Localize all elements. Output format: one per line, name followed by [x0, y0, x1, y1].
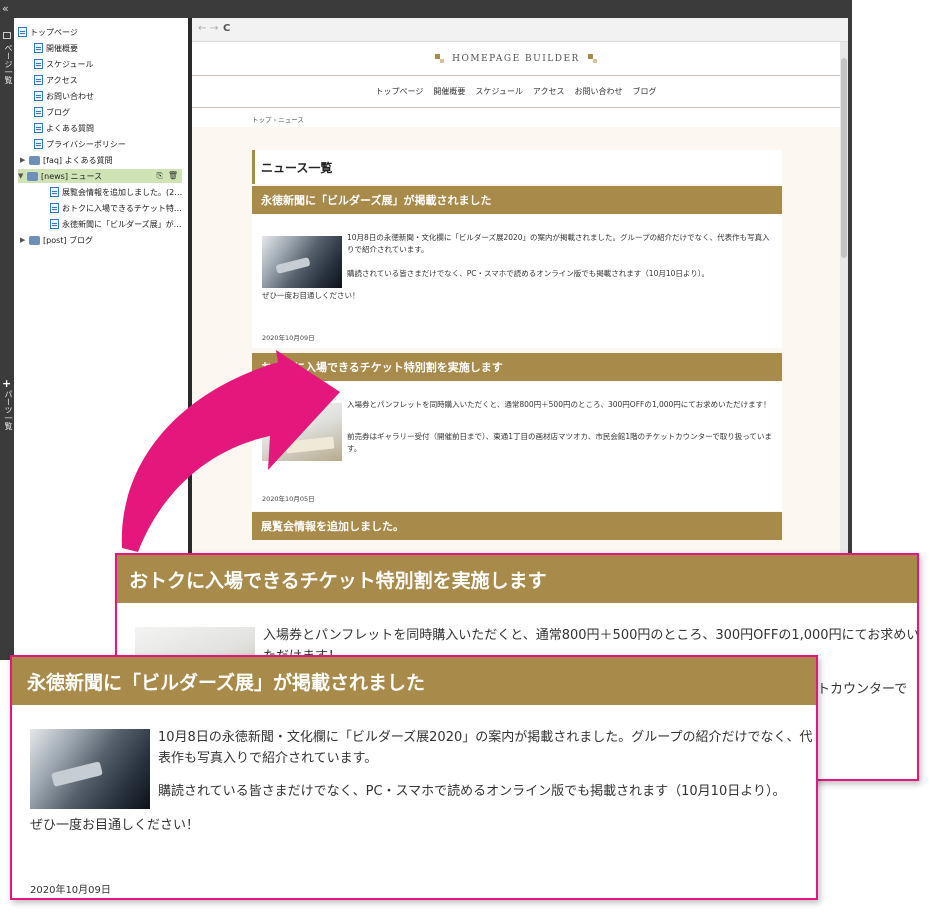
preview-scrollbar[interactable]: [840, 42, 848, 560]
article-paragraph: 購読されている皆さまだけでなく、PC・スマホで読めるオンライン版でも掲載されます…: [158, 784, 786, 799]
folder-icon: [29, 235, 40, 245]
nav-overview[interactable]: 開催概要: [433, 86, 465, 97]
tree-item-schedule[interactable]: スケジュール: [34, 57, 93, 71]
tree-item-access[interactable]: アクセス: [34, 73, 78, 87]
tree-item-contact[interactable]: お問い合わせ: [34, 89, 94, 103]
article-title: おトクに入場できるチケット特別割を実施します: [117, 555, 917, 603]
folder-icon: [27, 171, 38, 181]
site-header: HOMEPAGE BUILDER: [192, 42, 840, 76]
article-date: 2020年10月09日: [30, 885, 111, 896]
page-preview: HOMEPAGE BUILDER トップページ 開催概要 スケジュール アクセス…: [192, 42, 840, 560]
tree-item-post-folder[interactable]: ▶ [post] ブログ: [20, 233, 93, 247]
tree-item-top[interactable]: トップページ: [18, 25, 78, 39]
page-title: ニュース一覧: [261, 160, 333, 175]
back-icon[interactable]: ←: [198, 23, 206, 34]
trash-icon[interactable]: 🗑: [168, 171, 178, 181]
nav-contact[interactable]: お問い合わせ: [574, 86, 622, 97]
tree-item-news-3[interactable]: 永徳新聞に「ビルダーズ展」が掲...: [50, 217, 184, 231]
nav-access[interactable]: アクセス: [533, 86, 565, 97]
article-thumbnail: [262, 403, 342, 461]
add-part-icon[interactable]: +: [2, 378, 11, 389]
article-paragraph: ぜひ一度お目通しください！: [262, 291, 360, 300]
article-title: 永徳新聞に「ビルダーズ展」が掲載されました: [12, 657, 816, 705]
folder-icon: [29, 155, 40, 165]
tree-item-faq-page[interactable]: よくある質問: [34, 121, 94, 135]
article-paragraph: ぜひ一度お目通しください！: [30, 818, 200, 833]
page-icon: [34, 91, 43, 101]
page-list-tab[interactable]: ページ一覧: [2, 44, 13, 84]
site-nav: トップページ 開催概要 スケジュール アクセス お問い合わせ ブログ: [192, 76, 840, 108]
collapse-panel-icon[interactable]: «: [2, 3, 9, 14]
tree-item-news-1[interactable]: 展覧会情報を追加しました。(202...: [50, 185, 184, 199]
page-icon: [50, 203, 59, 213]
article-paragraph: 入場券とパンフレットを同時購入いただくと、通常800円＋500円のところ、300…: [347, 400, 771, 409]
article-paragraph-line: 表作も写真入りで紹介されています。: [158, 751, 378, 766]
callout-zoom-newspaper-article: 永徳新聞に「ビルダーズ展」が掲載されました 10月8日の永徳新聞・文化欄に「ビル…: [10, 655, 818, 900]
expand-arrow-icon[interactable]: ▶: [20, 236, 29, 244]
page-icon: [34, 75, 43, 85]
article-title[interactable]: おトクに入場できるチケット特別割を実施します: [252, 353, 782, 381]
page-title-box: ニュース一覧: [252, 150, 782, 184]
tree-item-blog[interactable]: ブログ: [34, 105, 70, 119]
article-title[interactable]: 永徳新聞に「ビルダーズ展」が掲載されました: [252, 186, 782, 214]
page-icon: [34, 139, 43, 149]
page-icon: [34, 123, 43, 133]
logo-mark-icon: [435, 54, 445, 63]
logo-mark-icon: [587, 54, 597, 63]
article-paragraph: 前売券はギャラリー受付（開催前日まで）、東通1丁目の画材店マツオカ、市民会館1階…: [347, 432, 772, 453]
page-icon: [18, 27, 27, 37]
article-paragraph-line: 10月8日の永徳新聞・文化欄に「ビルダーズ展2020」の案内が掲載されました。グ…: [158, 730, 813, 745]
forward-icon[interactable]: →: [210, 23, 218, 34]
article-thumbnail: [30, 729, 150, 809]
site-logo[interactable]: HOMEPAGE BUILDER: [452, 54, 580, 64]
browser-toolbar: ← → C: [192, 18, 848, 42]
page-icon: [34, 43, 43, 53]
article-body: 入場券とパンフレットを同時購入いただくと、通常800円＋500円のところ、300…: [252, 381, 782, 511]
page-icon: [34, 59, 43, 69]
reload-icon[interactable]: C: [223, 23, 230, 34]
article-date: 2020年10月05日: [262, 495, 315, 503]
copy-icon[interactable]: ⎘: [156, 171, 162, 181]
nav-schedule[interactable]: スケジュール: [475, 86, 522, 97]
tree-item-news-2[interactable]: おトクに入場できるチケット特別割...: [50, 201, 184, 215]
tree-item-faq-folder[interactable]: ▶ [faq] よくある質問: [20, 153, 113, 167]
collapse-arrow-icon[interactable]: ▼: [18, 172, 27, 180]
nav-top[interactable]: トップページ: [376, 86, 424, 97]
page-icon: [34, 107, 43, 117]
article-paragraph-line: トカウンターで: [817, 682, 908, 697]
breadcrumb[interactable]: トップ › ニュース: [252, 114, 304, 124]
tree-item-news-folder[interactable]: ▼ [news] ニュース ⎘ 🗑: [18, 169, 182, 183]
scroll-thumb[interactable]: [841, 58, 847, 258]
article-title[interactable]: 展覧会情報を追加しました。: [252, 512, 782, 540]
article-paragraph: 10月8日の永徳新聞・文化欄に「ビルダーズ展2020」の案内が掲載されました。グ…: [347, 233, 770, 254]
preview-browser: ← → C HOMEPAGE BUILDER トップページ 開催概要 スケジュー…: [192, 18, 848, 560]
left-rail: « ページ一覧 + パーツ一覧: [0, 0, 14, 660]
page-icon: [50, 219, 59, 229]
article-paragraph-line: 入場券とパンフレットを同時購入いただくと、通常800円＋500円のところ、300…: [263, 628, 919, 643]
tree-item-privacy[interactable]: プライバシーポリシー: [34, 137, 126, 151]
article-date: 2020年10月09日: [262, 334, 315, 342]
parts-list-tab[interactable]: パーツ一覧: [2, 390, 13, 430]
article-body: 10月8日の永徳新聞・文化欄に「ビルダーズ展2020」の案内が掲載されました。グ…: [252, 214, 782, 348]
page-icon: [50, 187, 59, 197]
article-thumbnail: [262, 236, 342, 288]
expand-arrow-icon[interactable]: ▶: [20, 156, 29, 164]
tree-item-overview[interactable]: 開催概要: [34, 41, 78, 55]
article-paragraph: 購読されている皆さまだけでなく、PC・スマホで読めるオンライン版でも掲載されます…: [347, 269, 709, 278]
page-list-icon[interactable]: [3, 32, 11, 39]
nav-blog[interactable]: ブログ: [632, 86, 656, 97]
